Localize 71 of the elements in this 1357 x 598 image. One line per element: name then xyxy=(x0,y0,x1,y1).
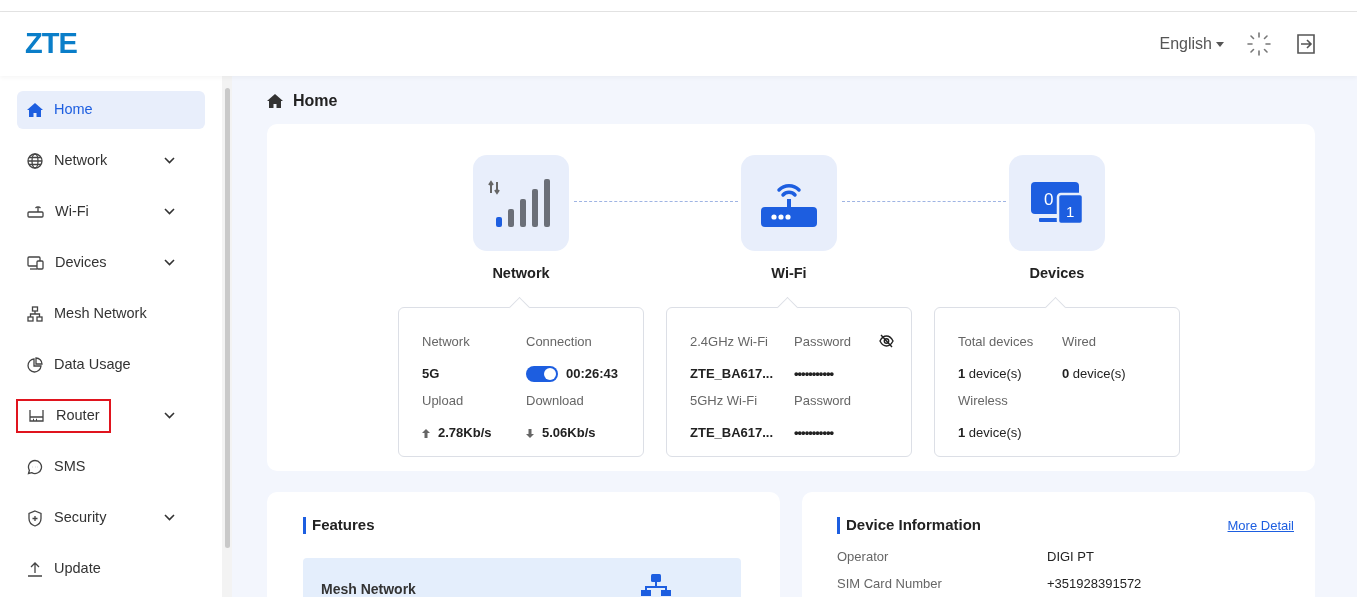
node-title: Network xyxy=(492,264,550,283)
sidebar-item[interactable]: Update xyxy=(17,550,205,588)
info-label: SIM Card Number xyxy=(837,575,943,593)
devices-icon xyxy=(27,256,44,270)
home-icon xyxy=(27,103,43,117)
field-label: 2.4GHz Wi-Fi xyxy=(690,332,768,351)
sidebar-item[interactable]: Mesh Network xyxy=(17,295,205,333)
feature-tile[interactable]: Mesh Network xyxy=(303,557,741,597)
field-value: ZTE_BA617... xyxy=(690,424,774,443)
field-value: 2.78Kb/s xyxy=(438,424,492,443)
chevron-down-icon xyxy=(164,259,175,266)
field-label: Download xyxy=(526,391,584,410)
chevron-down-icon xyxy=(164,412,175,419)
network-nodes-icon xyxy=(641,573,671,596)
more-detail-link[interactable]: More Detail xyxy=(1227,515,1294,535)
field-value: ••••••••••• xyxy=(794,365,834,384)
sidebar-item[interactable]: Router xyxy=(17,397,205,435)
network-nodes-icon xyxy=(27,306,43,322)
page-title: Home xyxy=(293,91,338,111)
field-value: 1 device(s) xyxy=(958,424,1022,443)
pie-chart-icon xyxy=(27,357,43,373)
field-label: Network xyxy=(422,332,470,351)
sidebar-item[interactable]: SMS xyxy=(17,448,205,486)
field-value: ••••••••••• xyxy=(794,424,834,443)
arrow-up-icon xyxy=(422,428,430,438)
info-label: Operator xyxy=(837,547,890,566)
field-value: 5.06Kb/s xyxy=(542,424,596,443)
info-value: +351928391572 xyxy=(1047,575,1142,593)
chevron-down-icon xyxy=(164,208,175,215)
field-label: Connection xyxy=(526,332,592,351)
chat-bubble-icon xyxy=(27,459,43,475)
field-label: Password xyxy=(794,391,852,410)
logo: ZTE xyxy=(25,26,77,62)
loading-spinner-icon xyxy=(1246,31,1272,57)
field-label: Total devices xyxy=(958,332,1034,351)
router-icon xyxy=(27,205,44,219)
field-label: Upload xyxy=(422,391,464,410)
info-value: DIGI PT xyxy=(1047,547,1094,566)
sidebar-item[interactable]: Devices xyxy=(17,244,205,282)
card-title: Features xyxy=(312,515,375,535)
chevron-down-icon xyxy=(164,157,175,164)
home-icon xyxy=(267,94,283,108)
toggle-switch[interactable] xyxy=(526,366,558,382)
field-value: 1 device(s) xyxy=(958,365,1022,384)
sidebar-item[interactable]: Home xyxy=(17,91,205,129)
node-title: Wi-Fi xyxy=(771,264,807,283)
field-label: 5GHz Wi-Fi xyxy=(690,391,758,410)
field-label: Wireless xyxy=(958,391,1008,410)
node-title: Devices xyxy=(1029,264,1085,283)
field-label: Wired xyxy=(1062,332,1096,351)
sidebar-item[interactable]: Wi-Fi xyxy=(17,193,205,231)
shield-icon xyxy=(27,509,43,527)
sidebar-item[interactable]: Data Usage xyxy=(17,346,205,384)
field-label: Password xyxy=(794,332,852,351)
logout-icon[interactable] xyxy=(1294,32,1318,56)
arrow-down-icon xyxy=(526,428,534,438)
field-value: 00:26:43 xyxy=(566,365,619,384)
field-value: 0 device(s) xyxy=(1062,365,1126,384)
field-value: 5G xyxy=(422,365,440,384)
globe-icon xyxy=(27,153,43,169)
scrollbar[interactable] xyxy=(224,88,230,548)
field-value: ZTE_BA617... xyxy=(690,365,774,384)
caret-icon xyxy=(1216,41,1224,47)
upload-icon xyxy=(27,561,43,577)
language-dropdown[interactable]: English xyxy=(1159,32,1224,56)
router-icon xyxy=(28,409,45,423)
eye-hidden-icon[interactable] xyxy=(879,333,894,348)
chevron-down-icon xyxy=(164,514,175,521)
sidebar-item[interactable]: Network xyxy=(17,142,205,180)
sidebar-item[interactable]: Security xyxy=(17,499,205,537)
card-title: Device Information xyxy=(846,515,982,535)
